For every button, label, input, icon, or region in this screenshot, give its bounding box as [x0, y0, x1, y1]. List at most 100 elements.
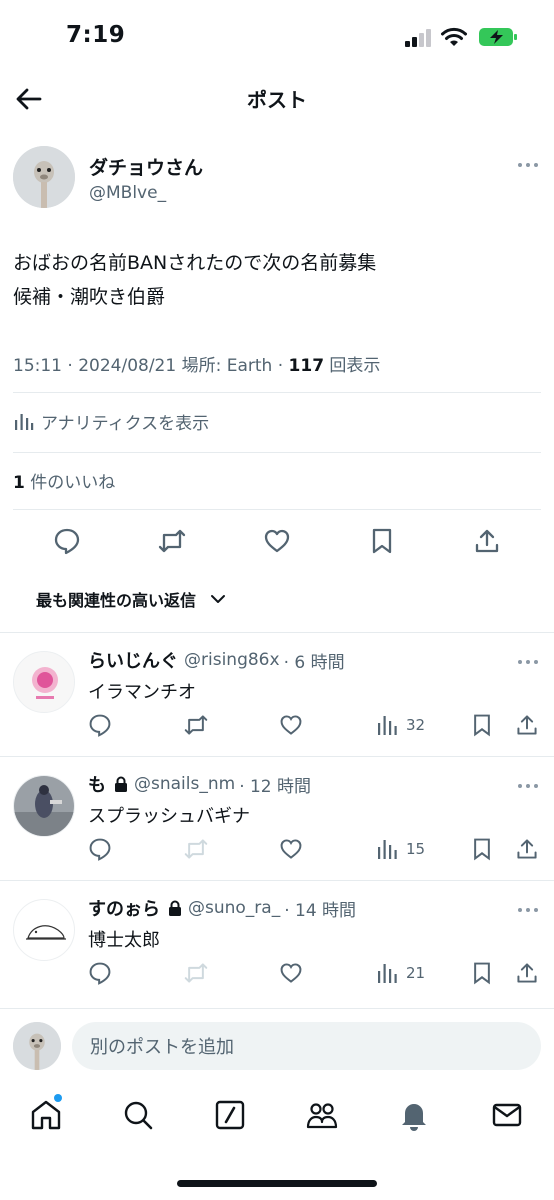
- reply-author-name[interactable]: すのぉら: [88, 895, 160, 921]
- reply-author-handle[interactable]: @suno_ra_: [188, 898, 280, 918]
- notifications-icon[interactable]: [397, 1098, 431, 1132]
- home-indicator: [177, 1180, 377, 1187]
- repost-icon[interactable]: [158, 527, 186, 555]
- share-icon[interactable]: [515, 961, 539, 985]
- divider: [13, 509, 541, 510]
- like-icon[interactable]: [279, 837, 303, 861]
- author-avatar[interactable]: [13, 146, 75, 208]
- share-icon[interactable]: [515, 837, 539, 861]
- reply-icon[interactable]: [53, 527, 81, 555]
- battery-charging-icon: [479, 28, 517, 46]
- like-icon[interactable]: [279, 961, 303, 985]
- messages-icon[interactable]: [490, 1098, 524, 1132]
- status-bar: 7:19: [0, 0, 554, 72]
- author-name[interactable]: ダチョウさん: [89, 153, 203, 180]
- bookmark-icon[interactable]: [368, 527, 396, 555]
- cellular-signal-icon: [405, 29, 433, 47]
- bottom-tab-bar: [0, 1092, 554, 1142]
- reply-avatar-image: [14, 900, 74, 960]
- post-timestamp-location: 15:11 · 2024/08/21 場所: Earth ·: [13, 356, 289, 376]
- view-count: 117: [288, 356, 325, 376]
- views-icon[interactable]: [376, 961, 400, 985]
- reply-author-name[interactable]: らいじんぐ: [88, 647, 178, 673]
- reply-time: · 6 時間: [283, 652, 345, 673]
- reply-header: も @snails_nm · 12 時間: [88, 771, 311, 797]
- ostrich-avatar-image: [13, 1022, 61, 1070]
- like-icon[interactable]: [279, 713, 303, 737]
- reply-avatar-image: [14, 776, 74, 836]
- views-icon[interactable]: [376, 837, 400, 861]
- analytics-label: アナリティクスを表示: [41, 413, 210, 434]
- divider: [0, 1008, 554, 1009]
- new-posts-indicator: [54, 1094, 62, 1102]
- status-time: 7:19: [66, 22, 126, 48]
- view-count-suffix: 回表示: [324, 356, 381, 376]
- divider: [13, 452, 541, 453]
- post-meta: 15:11 · 2024/08/21 場所: Earth · 117 回表示: [13, 351, 380, 376]
- lock-icon: [169, 900, 181, 916]
- reply-author-handle[interactable]: @rising86x: [184, 650, 280, 670]
- reply-item[interactable]: すのぉら @suno_ra_ · 14 時間 博士太郎 21: [0, 881, 554, 1003]
- reply-actions: 15: [0, 837, 554, 867]
- reply-item[interactable]: らいじんぐ @rising86x · 6 時間 イラマンチオ 32: [0, 633, 554, 755]
- reply-item[interactable]: も @snails_nm · 12 時間 スプラッシュバギナ 15: [0, 757, 554, 879]
- reply-icon[interactable]: [88, 961, 112, 985]
- analytics-icon: [15, 414, 34, 430]
- reply-text: スプラッシュバギナ: [88, 806, 250, 827]
- more-options-icon[interactable]: [516, 782, 540, 790]
- reply-avatar[interactable]: [13, 651, 75, 713]
- reply-view-count: 21: [406, 964, 426, 982]
- reply-header: らいじんぐ @rising86x · 6 時間: [88, 647, 345, 673]
- reply-icon[interactable]: [88, 837, 112, 861]
- more-options-icon[interactable]: [516, 161, 540, 169]
- likes-suffix: 件のいいね: [24, 473, 116, 493]
- reply-avatar-image: [14, 652, 74, 712]
- reply-view-count: 32: [406, 716, 426, 734]
- bookmark-icon[interactable]: [470, 837, 494, 861]
- views-icon[interactable]: [376, 713, 400, 737]
- post-text-line: おばおの名前BANされたので次の名前募集: [13, 252, 377, 274]
- ostrich-avatar-image: [13, 146, 75, 208]
- home-icon[interactable]: [29, 1098, 63, 1132]
- more-options-icon[interactable]: [516, 906, 540, 914]
- top-nav: ポスト: [0, 72, 554, 128]
- grok-icon[interactable]: [213, 1098, 247, 1132]
- repost-icon[interactable]: [184, 713, 208, 737]
- bookmark-icon[interactable]: [470, 713, 494, 737]
- reply-time: · 14 時間: [284, 900, 357, 921]
- reply-sort-dropdown[interactable]: 最も関連性の高い返信: [36, 586, 226, 612]
- reply-header: すのぉら @suno_ra_ · 14 時間: [88, 895, 356, 921]
- divider: [13, 392, 541, 393]
- chevron-down-icon: [211, 595, 226, 603]
- post-text: おばおの名前BANされたので次の名前募集 候補・潮吹き伯爵: [13, 246, 533, 314]
- reply-view-count: 15: [406, 840, 426, 858]
- share-icon[interactable]: [515, 713, 539, 737]
- reply-author-name[interactable]: も: [88, 771, 106, 797]
- author-handle[interactable]: @MBlve_: [89, 183, 166, 203]
- reply-sort-label: 最も関連性の高い返信: [36, 591, 197, 610]
- wifi-icon: [441, 27, 467, 46]
- communities-icon[interactable]: [305, 1098, 339, 1132]
- search-icon[interactable]: [121, 1098, 155, 1132]
- reply-text: イラマンチオ: [88, 682, 196, 703]
- reply-author-handle[interactable]: @snails_nm: [134, 774, 235, 794]
- share-icon[interactable]: [473, 527, 501, 555]
- reply-actions: 21: [0, 961, 554, 991]
- repost-disabled-icon: [184, 839, 208, 859]
- lock-icon: [115, 776, 127, 792]
- bookmark-icon[interactable]: [470, 961, 494, 985]
- likes-count: 1: [13, 473, 25, 493]
- reply-time: · 12 時間: [239, 776, 312, 797]
- post-text-line: 候補・潮吹き伯爵: [13, 286, 166, 308]
- add-post-input[interactable]: 別のポストを追加: [72, 1022, 541, 1070]
- reply-text: 博士太郎: [88, 930, 160, 951]
- analytics-link[interactable]: アナリティクスを表示: [13, 408, 209, 434]
- repost-disabled-icon: [184, 963, 208, 983]
- reply-avatar[interactable]: [13, 775, 75, 837]
- more-options-icon[interactable]: [516, 658, 540, 666]
- reply-icon[interactable]: [88, 713, 112, 737]
- reply-avatar[interactable]: [13, 899, 75, 961]
- current-user-avatar[interactable]: [13, 1022, 61, 1070]
- likes-summary[interactable]: 1 件のいいね: [13, 468, 115, 493]
- like-icon[interactable]: [263, 527, 291, 555]
